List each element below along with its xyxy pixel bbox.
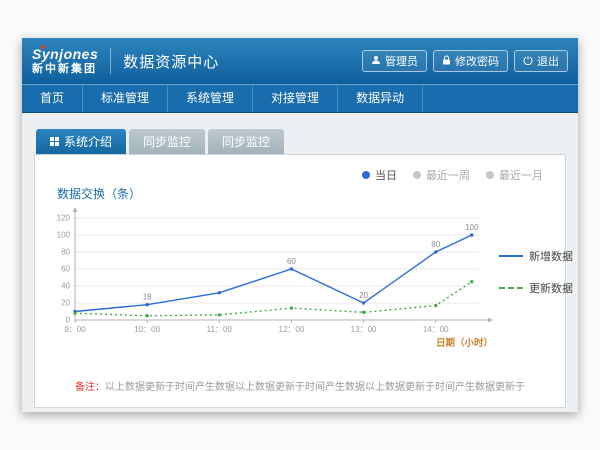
header-divider bbox=[110, 48, 111, 74]
app-header: Synjones 新中新集团 数据资源中心 管理员 修改密码 退出 bbox=[22, 38, 578, 84]
svg-text:60: 60 bbox=[287, 257, 296, 266]
svg-text:11：00: 11：00 bbox=[207, 325, 233, 334]
legend-item-new-data: 新增数据 bbox=[499, 248, 573, 264]
svg-text:40: 40 bbox=[61, 282, 70, 291]
page-title: 数据资源中心 bbox=[123, 51, 219, 72]
lock-icon bbox=[442, 55, 451, 68]
footnote-text: 以上数据更新于时间产生数据以上数据更新于时间产生数据以上数据更新于时间产生数据更… bbox=[105, 382, 525, 393]
legend-line-new bbox=[499, 255, 523, 257]
filter-last-month-dot-icon bbox=[486, 171, 494, 179]
power-icon bbox=[523, 55, 533, 68]
user-icon bbox=[371, 55, 381, 68]
grid-icon bbox=[50, 135, 59, 149]
nav-item-system-mgmt[interactable]: 系统管理 bbox=[168, 85, 253, 112]
change-password-button[interactable]: 修改密码 bbox=[433, 50, 508, 72]
svg-text:100: 100 bbox=[465, 223, 479, 232]
logout-button[interactable]: 退出 bbox=[514, 50, 568, 72]
chart-row: 0 20 40 60 80 100 120 9：00 10：00 11：00 12：00 13：00 1… bbox=[35, 204, 565, 359]
filter-last-month-label: 最近一月 bbox=[499, 167, 543, 183]
filter-today-label: 当日 bbox=[375, 167, 397, 183]
brand-logo: Synjones 新中新集团 bbox=[32, 47, 98, 74]
chart-panel: 当日 最近一周 最近一月 数据交换（条） 0 20 40 60 80 100 120 9：00… bbox=[34, 154, 566, 408]
nav-item-integration-mgmt[interactable]: 对接管理 bbox=[253, 85, 338, 112]
svg-text:10：00: 10：00 bbox=[134, 325, 160, 334]
svg-text:20: 20 bbox=[61, 299, 70, 308]
footnote-prefix: 备注： bbox=[75, 382, 105, 393]
change-password-label: 修改密码 bbox=[455, 53, 499, 69]
legend-update-data-label: 更新数据 bbox=[529, 280, 573, 296]
logo-company-text: 新中新集团 bbox=[32, 63, 98, 75]
filter-last-week-dot-icon bbox=[413, 171, 421, 179]
legend-item-update-data: 更新数据 bbox=[499, 280, 573, 296]
svg-text:18: 18 bbox=[143, 293, 152, 302]
content-area: 系统介绍 同步监控 同步监控 当日 最近一周 bbox=[22, 113, 578, 412]
main-nav: 首页 标准管理 系统管理 对接管理 数据异动 bbox=[22, 84, 578, 113]
tab-sync-monitor-1[interactable]: 同步监控 bbox=[129, 129, 205, 154]
svg-text:80: 80 bbox=[431, 240, 440, 249]
header-actions: 管理员 修改密码 退出 bbox=[362, 50, 568, 72]
admin-button-label: 管理员 bbox=[385, 53, 418, 69]
time-filter-legend: 当日 最近一周 最近一月 bbox=[362, 167, 543, 183]
logout-button-label: 退出 bbox=[537, 53, 559, 69]
admin-button[interactable]: 管理员 bbox=[362, 50, 427, 72]
svg-text:日期（小时）: 日期（小时） bbox=[436, 337, 493, 349]
line-chart: 0 20 40 60 80 100 120 9：00 10：00 11：00 12：00 13：00 1… bbox=[45, 204, 497, 359]
filter-today-dot-icon bbox=[362, 171, 370, 179]
app-window: Synjones 新中新集团 数据资源中心 管理员 修改密码 退出 bbox=[22, 38, 578, 412]
legend-line-update bbox=[499, 287, 523, 289]
filter-today[interactable]: 当日 bbox=[362, 167, 397, 183]
svg-text:80: 80 bbox=[61, 248, 70, 257]
y-axis-title: 数据交换（条） bbox=[57, 185, 565, 202]
footnote: 备注：以上数据更新于时间产生数据以上数据更新于时间产生数据以上数据更新于时间产生… bbox=[35, 378, 565, 393]
filter-last-month[interactable]: 最近一月 bbox=[486, 167, 543, 183]
nav-item-standard-mgmt[interactable]: 标准管理 bbox=[83, 85, 168, 112]
tab-bar: 系统介绍 同步监控 同步监控 bbox=[36, 129, 566, 154]
svg-text:9：00: 9：00 bbox=[64, 325, 86, 334]
tab-sync-monitor-2[interactable]: 同步监控 bbox=[208, 129, 284, 154]
svg-text:100: 100 bbox=[57, 231, 71, 240]
svg-text:14：00: 14：00 bbox=[423, 325, 449, 334]
tab-system-intro-label: 系统介绍 bbox=[64, 133, 112, 150]
filter-last-week[interactable]: 最近一周 bbox=[413, 167, 470, 183]
filter-last-week-label: 最近一周 bbox=[426, 167, 470, 183]
logo-brand-text: Synjones bbox=[32, 47, 98, 62]
tab-sync-monitor-2-label: 同步监控 bbox=[222, 133, 270, 150]
tab-sync-monitor-1-label: 同步监控 bbox=[143, 133, 191, 150]
nav-item-home[interactable]: 首页 bbox=[22, 85, 83, 112]
svg-text:0: 0 bbox=[66, 316, 71, 325]
svg-text:120: 120 bbox=[57, 214, 71, 223]
nav-item-data-change[interactable]: 数据异动 bbox=[338, 85, 423, 112]
svg-text:20: 20 bbox=[359, 291, 368, 300]
svg-text:60: 60 bbox=[61, 265, 70, 274]
svg-text:13：00: 13：00 bbox=[351, 325, 377, 334]
series-legend: 新增数据 更新数据 bbox=[499, 248, 573, 296]
tab-system-intro[interactable]: 系统介绍 bbox=[36, 129, 126, 154]
desktop-background: Synjones 新中新集团 数据资源中心 管理员 修改密码 退出 bbox=[0, 0, 600, 450]
svg-text:12：00: 12：00 bbox=[279, 325, 305, 334]
legend-new-data-label: 新增数据 bbox=[529, 248, 573, 264]
